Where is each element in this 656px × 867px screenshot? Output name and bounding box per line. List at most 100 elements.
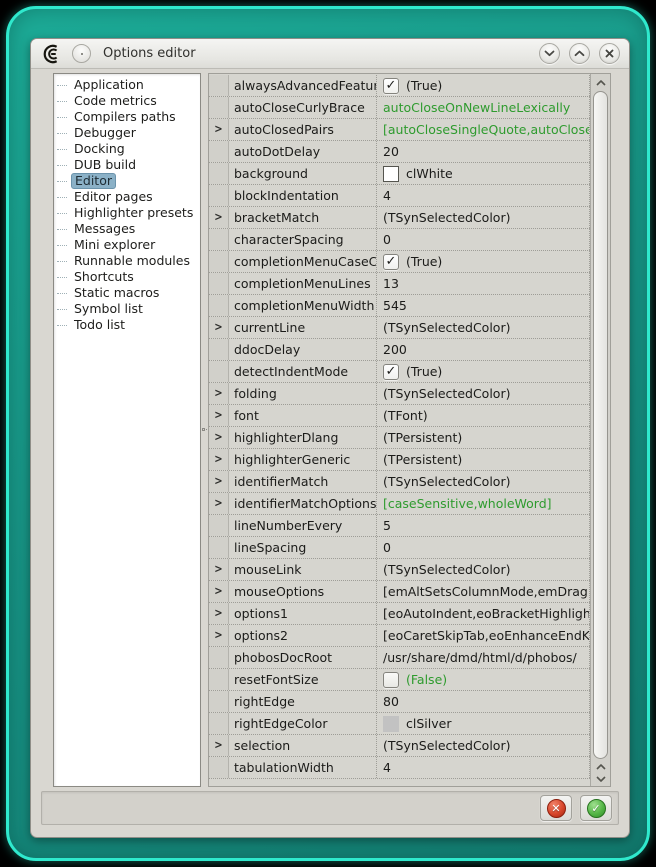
row-gutter[interactable]: > (209, 669, 229, 690)
property-row[interactable]: > lineNumberEvery 5 (209, 515, 590, 537)
property-name-cell[interactable]: completionMenuLines (229, 273, 377, 294)
expand-arrow-icon[interactable]: > (214, 739, 222, 752)
property-name-cell[interactable]: currentLine (229, 317, 377, 338)
row-gutter[interactable]: > (209, 97, 229, 118)
row-gutter[interactable]: > (209, 405, 229, 426)
property-row[interactable]: > completionMenuLines 13 (209, 273, 590, 295)
property-row[interactable]: > tabulationWidth 4 (209, 757, 590, 779)
property-name-cell[interactable]: options2 (229, 625, 377, 646)
row-gutter[interactable]: > (209, 691, 229, 712)
property-value-cell[interactable]: autoCloseOnNewLineLexically (377, 97, 590, 118)
property-name-cell[interactable]: autoCloseCurlyBrace (229, 97, 377, 118)
sidebar-item-application[interactable]: Application (54, 77, 200, 93)
property-row[interactable]: > autoClosedPairs [autoCloseSingleQuote,… (209, 119, 590, 141)
panel-splitter[interactable] (201, 73, 208, 787)
property-name-cell[interactable]: lineNumberEvery (229, 515, 377, 536)
row-gutter[interactable]: > (209, 273, 229, 294)
property-value-cell[interactable]: ✓ (True) (377, 75, 590, 96)
sidebar-item-docking[interactable]: Docking (54, 141, 200, 157)
property-row[interactable]: > options1 [eoAutoIndent,eoBracketHighli… (209, 603, 590, 625)
row-gutter[interactable]: > (209, 581, 229, 602)
sidebar-item-todo-list[interactable]: Todo list (54, 317, 200, 333)
expand-arrow-icon[interactable]: > (214, 453, 222, 466)
row-gutter[interactable]: > (209, 427, 229, 448)
row-gutter[interactable]: > (209, 735, 229, 756)
unshade-button[interactable] (569, 43, 590, 64)
row-gutter[interactable]: > (209, 647, 229, 668)
property-value-cell[interactable]: ✓ (True) (377, 251, 590, 272)
row-gutter[interactable]: > (209, 317, 229, 338)
property-name-cell[interactable]: tabulationWidth (229, 757, 377, 778)
row-gutter[interactable]: > (209, 559, 229, 580)
sidebar-item-debugger[interactable]: Debugger (54, 125, 200, 141)
sidebar-item-compilers-paths[interactable]: Compilers paths (54, 109, 200, 125)
property-name-cell[interactable]: identifierMatch (229, 471, 377, 492)
shade-button[interactable] (539, 43, 560, 64)
property-value-cell[interactable]: [autoCloseSingleQuote,autoCloseDoubleQuo… (377, 119, 590, 140)
expand-arrow-icon[interactable]: > (214, 431, 222, 444)
property-value-cell[interactable]: 4 (377, 185, 590, 206)
value-checkbox[interactable]: ✓ (383, 254, 399, 270)
property-value-cell[interactable]: 80 (377, 691, 590, 712)
expand-arrow-icon[interactable]: > (214, 497, 222, 510)
value-checkbox[interactable]: ✓ (383, 78, 399, 94)
property-value-cell[interactable]: 20 (377, 141, 590, 162)
expand-arrow-icon[interactable]: > (214, 409, 222, 422)
expand-arrow-icon[interactable]: > (214, 563, 222, 576)
property-value-cell[interactable]: [eoAutoIndent,eoBracketHighlight,eoGroup… (377, 603, 590, 624)
property-row[interactable]: > background clWhite (209, 163, 590, 185)
close-button[interactable] (599, 43, 620, 64)
expand-arrow-icon[interactable]: > (214, 321, 222, 334)
row-gutter[interactable]: > (209, 493, 229, 514)
property-row[interactable]: > phobosDocRoot /usr/share/dmd/html/d/ph… (209, 647, 590, 669)
property-value-cell[interactable]: 13 (377, 273, 590, 294)
expand-arrow-icon[interactable]: > (214, 585, 222, 598)
property-name-cell[interactable]: font (229, 405, 377, 426)
property-value-cell[interactable]: [emAltSetsColumnMode,emDragDropEditing] (377, 581, 590, 602)
row-gutter[interactable]: > (209, 119, 229, 140)
property-name-cell[interactable]: identifierMatchOptions (229, 493, 377, 514)
property-row[interactable]: > bracketMatch (TSynSelectedColor) (209, 207, 590, 229)
property-name-cell[interactable]: alwaysAdvancedFeatures (229, 75, 377, 96)
property-row[interactable]: > resetFontSize (False) (209, 669, 590, 691)
row-gutter[interactable]: > (209, 361, 229, 382)
property-value-cell[interactable]: (TSynSelectedColor) (377, 383, 590, 404)
property-name-cell[interactable]: blockIndentation (229, 185, 377, 206)
property-name-cell[interactable]: autoDotDelay (229, 141, 377, 162)
scrollbar-thumb[interactable] (593, 91, 608, 759)
property-row[interactable]: > highlighterGeneric (TPersistent) (209, 449, 590, 471)
cancel-button[interactable]: ✕ (540, 795, 572, 821)
property-row[interactable]: > autoDotDelay 20 (209, 141, 590, 163)
property-value-cell[interactable]: 5 (377, 515, 590, 536)
grid-scrollbar[interactable] (590, 74, 610, 786)
property-name-cell[interactable]: folding (229, 383, 377, 404)
row-gutter[interactable]: > (209, 163, 229, 184)
sidebar-item-editor-pages[interactable]: Editor pages (54, 189, 200, 205)
property-name-cell[interactable]: options1 (229, 603, 377, 624)
scroll-up-button[interactable] (591, 76, 610, 90)
property-value-cell[interactable]: (TPersistent) (377, 427, 590, 448)
property-value-cell[interactable]: (TSynSelectedColor) (377, 559, 590, 580)
property-name-cell[interactable]: characterSpacing (229, 229, 377, 250)
property-row[interactable]: > completionMenuCaseCare ✓ (True) (209, 251, 590, 273)
row-gutter[interactable]: > (209, 383, 229, 404)
property-value-cell[interactable]: 545 (377, 295, 590, 316)
row-gutter[interactable]: > (209, 757, 229, 778)
property-row[interactable]: > rightEdge 80 (209, 691, 590, 713)
sidebar-item-runnable-modules[interactable]: Runnable modules (54, 253, 200, 269)
row-gutter[interactable]: > (209, 251, 229, 272)
property-name-cell[interactable]: ddocDelay (229, 339, 377, 360)
property-row[interactable]: > autoCloseCurlyBrace autoCloseOnNewLine… (209, 97, 590, 119)
row-gutter[interactable]: > (209, 603, 229, 624)
sidebar-item-symbol-list[interactable]: Symbol list (54, 301, 200, 317)
value-checkbox[interactable] (383, 672, 399, 688)
sidebar-item-dub-build[interactable]: DUB build (54, 157, 200, 173)
sidebar-item-shortcuts[interactable]: Shortcuts (54, 269, 200, 285)
property-row[interactable]: > completionMenuWidth 545 (209, 295, 590, 317)
property-value-cell[interactable]: (TSynSelectedColor) (377, 317, 590, 338)
expand-arrow-icon[interactable]: > (214, 475, 222, 488)
row-gutter[interactable]: > (209, 295, 229, 316)
titlebar[interactable]: Options editor (31, 39, 629, 69)
row-gutter[interactable]: > (209, 75, 229, 96)
property-value-cell[interactable]: clWhite (377, 163, 590, 184)
